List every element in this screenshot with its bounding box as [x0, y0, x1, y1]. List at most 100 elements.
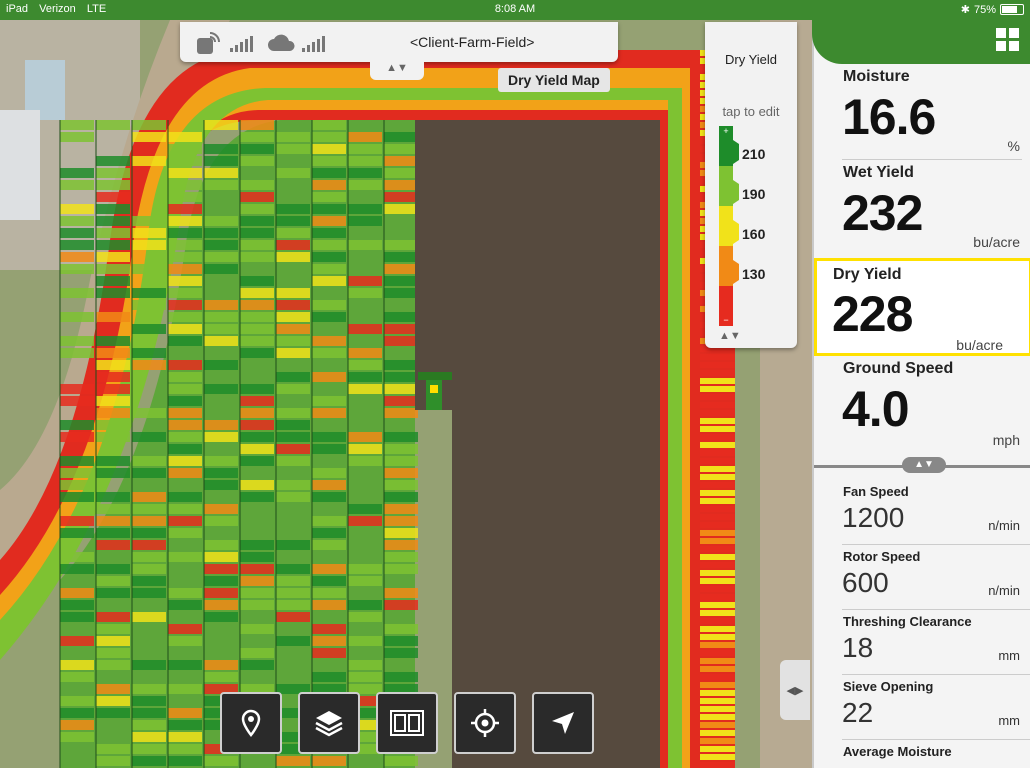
yield-cell — [60, 216, 94, 226]
yield-cell — [60, 204, 94, 214]
yield-cell — [240, 480, 274, 490]
yield-cell — [168, 144, 202, 154]
yield-cell — [384, 636, 418, 646]
yield-cell — [60, 252, 94, 262]
yield-cell — [240, 288, 274, 298]
panel-expand-tab[interactable]: ◀▶ — [780, 660, 810, 720]
yield-cell — [348, 288, 382, 298]
yield-cell — [312, 372, 346, 382]
yield-cell — [96, 312, 130, 322]
yield-cell — [60, 600, 94, 610]
metric-threshing-clearance[interactable]: Threshing Clearance 18 mm — [814, 612, 1030, 676]
yield-cell — [348, 672, 382, 682]
yield-cell — [96, 756, 130, 766]
layers-icon — [315, 711, 343, 737]
farm-building — [0, 110, 40, 220]
yield-cell — [132, 552, 166, 562]
map-layer-title[interactable]: Dry Yield Map — [498, 68, 610, 92]
yield-cell — [276, 312, 310, 322]
yield-cell — [168, 588, 202, 598]
legend-threshold: 190 — [742, 186, 766, 202]
navigate-button[interactable] — [532, 692, 594, 754]
yield-cell — [168, 204, 202, 214]
yield-cell — [168, 528, 202, 538]
yield-cell — [204, 564, 238, 574]
metric-sieve-opening[interactable]: Sieve Opening 22 mm — [814, 677, 1030, 741]
yield-legend[interactable]: Dry Yield tap to edit + − 210 190 160 13… — [705, 22, 797, 348]
yield-cell — [132, 264, 166, 274]
yield-cell — [240, 432, 274, 442]
metric-average-moisture[interactable]: Average Moisture — [814, 742, 1030, 768]
grid-menu-icon[interactable] — [996, 28, 1020, 57]
yield-cell — [204, 228, 238, 238]
map-canvas[interactable] — [0, 20, 812, 768]
metric-moisture[interactable]: Moisture 16.6 % — [814, 64, 1030, 160]
client-farm-field[interactable]: <Client-Farm-Field> — [410, 34, 534, 50]
metric-dry-yield-selected[interactable]: Dry Yield 228 bu/acre — [814, 258, 1030, 356]
cloud-icon — [268, 34, 296, 57]
yield-cell — [132, 216, 166, 226]
yield-map[interactable] — [0, 20, 812, 768]
yield-cell — [168, 228, 202, 238]
yield-cell — [168, 720, 202, 730]
yield-cell — [312, 588, 346, 598]
metric-value: 16.6 — [842, 89, 936, 145]
yield-cell — [312, 468, 346, 478]
yield-cell — [96, 648, 130, 658]
legend-tap-hint[interactable]: tap to edit — [705, 104, 797, 119]
yield-cell — [384, 456, 418, 466]
divider — [842, 609, 1030, 610]
signal-bars-icon — [230, 36, 254, 57]
yield-cell — [348, 168, 382, 178]
yield-cell — [168, 708, 202, 718]
yield-cell — [700, 362, 735, 368]
split-view-button[interactable] — [376, 692, 438, 754]
yield-cell — [240, 648, 274, 658]
layers-button[interactable] — [298, 692, 360, 754]
yield-cell — [384, 276, 418, 286]
yield-cell — [276, 540, 310, 550]
yield-cell — [96, 396, 130, 406]
yield-cell — [276, 492, 310, 502]
yield-cell — [240, 324, 274, 334]
yield-cell — [700, 618, 735, 624]
legend-toggle[interactable]: ▲▼ — [719, 330, 741, 342]
metric-wet-yield[interactable]: Wet Yield 232 bu/acre — [814, 160, 1030, 256]
yield-cell — [348, 324, 382, 334]
yield-cell — [60, 480, 94, 490]
yield-cell — [132, 696, 166, 706]
yield-cell — [96, 204, 130, 214]
metric-rotor-speed[interactable]: Rotor Speed 600 n/min — [814, 547, 1030, 611]
yield-cell — [96, 384, 130, 394]
yield-cell — [700, 426, 735, 432]
yield-cell — [96, 636, 130, 646]
yield-cell — [348, 612, 382, 622]
yield-cell — [240, 336, 274, 346]
yield-cell — [276, 600, 310, 610]
yield-cell — [204, 264, 238, 274]
yield-cell — [384, 336, 418, 346]
yield-cell — [348, 432, 382, 442]
yield-cell — [96, 660, 130, 670]
yield-cell — [96, 564, 130, 574]
yield-cell — [700, 418, 735, 424]
yield-cell — [700, 490, 735, 496]
yield-cell — [384, 516, 418, 526]
metric-ground-speed[interactable]: Ground Speed 4.0 mph — [814, 356, 1030, 456]
yield-cell — [240, 228, 274, 238]
up-down-arrows-icon[interactable]: ▲▼ — [902, 457, 946, 473]
yield-cell — [240, 576, 274, 586]
top-info-panel[interactable]: <Client-Farm-Field> ▲▼ — [180, 22, 618, 80]
yield-cell — [312, 168, 346, 178]
pin-button[interactable] — [220, 692, 282, 754]
yield-cell — [204, 216, 238, 226]
metric-fan-speed[interactable]: Fan Speed 1200 n/min — [814, 482, 1030, 546]
yield-cell — [132, 432, 166, 442]
locate-button[interactable] — [454, 692, 516, 754]
yield-cell — [168, 432, 202, 442]
yield-cell — [700, 442, 735, 448]
yield-cell — [132, 684, 166, 694]
top-panel-toggle[interactable]: ▲▼ — [370, 62, 424, 80]
panel-collapse-handle[interactable]: ▲▼ — [814, 457, 1030, 473]
yield-cell — [348, 276, 382, 286]
